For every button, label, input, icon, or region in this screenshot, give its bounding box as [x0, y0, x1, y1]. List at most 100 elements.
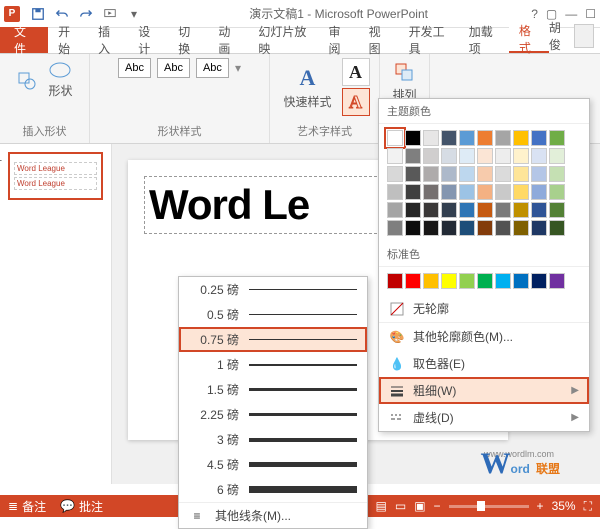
text-fill-button[interactable]: A: [342, 58, 370, 86]
color-swatch[interactable]: [441, 184, 457, 200]
user-area[interactable]: 胡俊: [549, 19, 600, 53]
comments-button[interactable]: 💬批注: [60, 498, 103, 515]
view-reading-icon[interactable]: ▭: [395, 499, 406, 513]
weight-option[interactable]: 0.75 磅: [179, 327, 367, 352]
color-swatch[interactable]: [387, 202, 403, 218]
color-swatch[interactable]: [513, 273, 529, 289]
color-swatch[interactable]: [495, 184, 511, 200]
color-swatch[interactable]: [549, 202, 565, 218]
color-swatch[interactable]: [423, 220, 439, 236]
color-swatch[interactable]: [513, 148, 529, 164]
color-swatch[interactable]: [495, 220, 511, 236]
tab-transitions[interactable]: 切换: [168, 27, 208, 53]
color-swatch[interactable]: [495, 148, 511, 164]
weight-option[interactable]: 2.25 磅: [179, 402, 367, 427]
no-outline-item[interactable]: 无轮廓: [379, 295, 589, 322]
style-preset-2[interactable]: Abc: [157, 58, 190, 78]
color-swatch[interactable]: [405, 166, 421, 182]
color-swatch[interactable]: [423, 130, 439, 146]
color-swatch[interactable]: [405, 220, 421, 236]
weight-option[interactable]: 4.5 磅: [179, 452, 367, 477]
color-swatch[interactable]: [459, 273, 475, 289]
undo-icon[interactable]: [52, 4, 72, 24]
color-swatch[interactable]: [459, 220, 475, 236]
color-swatch[interactable]: [423, 202, 439, 218]
tab-developer[interactable]: 开发工具: [399, 27, 459, 53]
color-swatch[interactable]: [405, 202, 421, 218]
color-swatch[interactable]: [477, 184, 493, 200]
view-slideshow-icon[interactable]: ▣: [414, 499, 425, 513]
tab-insert[interactable]: 插入: [88, 27, 128, 53]
weight-option[interactable]: 0.5 磅: [179, 302, 367, 327]
color-swatch[interactable]: [477, 220, 493, 236]
color-swatch[interactable]: [477, 130, 493, 146]
slideshow-icon[interactable]: [100, 4, 120, 24]
eyedropper-item[interactable]: 💧 取色器(E): [379, 350, 589, 377]
color-swatch[interactable]: [495, 166, 511, 182]
slide-thumbnail[interactable]: Word League Word League: [8, 152, 103, 200]
zoom-level[interactable]: 35%: [552, 499, 576, 513]
color-swatch[interactable]: [531, 166, 547, 182]
color-swatch[interactable]: [423, 273, 439, 289]
zoom-in-icon[interactable]: +: [537, 499, 544, 513]
color-swatch[interactable]: [549, 273, 565, 289]
file-tab[interactable]: 文件: [0, 27, 48, 53]
tab-design[interactable]: 设计: [128, 27, 168, 53]
color-swatch[interactable]: [531, 130, 547, 146]
weight-option[interactable]: 0.25 磅: [179, 277, 367, 302]
notes-button[interactable]: ≣备注: [8, 498, 46, 515]
color-swatch[interactable]: [387, 184, 403, 200]
color-swatch[interactable]: [531, 184, 547, 200]
color-swatch[interactable]: [387, 220, 403, 236]
color-swatch[interactable]: [387, 148, 403, 164]
tab-slideshow[interactable]: 幻灯片放映: [248, 27, 318, 53]
color-swatch[interactable]: [441, 273, 457, 289]
style-preset-1[interactable]: Abc: [118, 58, 151, 78]
color-swatch[interactable]: [441, 202, 457, 218]
edit-shape-button[interactable]: [12, 68, 40, 92]
weight-option[interactable]: 3 磅: [179, 427, 367, 452]
color-swatch[interactable]: [477, 166, 493, 182]
color-swatch[interactable]: [513, 220, 529, 236]
color-swatch[interactable]: [513, 202, 529, 218]
color-swatch[interactable]: [549, 148, 565, 164]
color-swatch[interactable]: [495, 202, 511, 218]
color-swatch[interactable]: [477, 273, 493, 289]
color-swatch[interactable]: [531, 202, 547, 218]
color-swatch[interactable]: [495, 130, 511, 146]
tab-animations[interactable]: 动画: [208, 27, 248, 53]
weight-item[interactable]: 粗细(W) ▶: [379, 377, 589, 404]
qat-dropdown-icon[interactable]: ▾: [124, 4, 144, 24]
color-swatch[interactable]: [459, 130, 475, 146]
color-swatch[interactable]: [459, 202, 475, 218]
color-swatch[interactable]: [477, 148, 493, 164]
color-swatch[interactable]: [387, 130, 403, 146]
color-swatch[interactable]: [531, 148, 547, 164]
color-swatch[interactable]: [549, 130, 565, 146]
color-swatch[interactable]: [459, 166, 475, 182]
zoom-out-icon[interactable]: −: [434, 499, 441, 513]
quick-styles-button[interactable]: A 快速样式: [279, 63, 335, 112]
zoom-slider[interactable]: [449, 505, 529, 508]
color-swatch[interactable]: [423, 184, 439, 200]
more-lines-item[interactable]: ≡其他线条(M)...: [179, 503, 367, 528]
shapes-button[interactable]: 形状: [44, 58, 76, 101]
more-colors-item[interactable]: 🎨 其他轮廓颜色(M)...: [379, 323, 589, 350]
color-swatch[interactable]: [549, 184, 565, 200]
color-swatch[interactable]: [405, 273, 421, 289]
tab-view[interactable]: 视图: [359, 27, 399, 53]
fit-icon[interactable]: ⛶: [584, 499, 592, 514]
redo-icon[interactable]: [76, 4, 96, 24]
tab-review[interactable]: 审阅: [319, 27, 359, 53]
dashes-item[interactable]: 虚线(D) ▶: [379, 404, 589, 431]
color-swatch[interactable]: [405, 148, 421, 164]
color-swatch[interactable]: [441, 220, 457, 236]
color-swatch[interactable]: [441, 148, 457, 164]
color-swatch[interactable]: [423, 166, 439, 182]
weight-option[interactable]: 1.5 磅: [179, 377, 367, 402]
color-swatch[interactable]: [531, 220, 547, 236]
color-swatch[interactable]: [495, 273, 511, 289]
color-swatch[interactable]: [513, 166, 529, 182]
color-swatch[interactable]: [531, 273, 547, 289]
text-outline-button[interactable]: A: [342, 88, 370, 116]
